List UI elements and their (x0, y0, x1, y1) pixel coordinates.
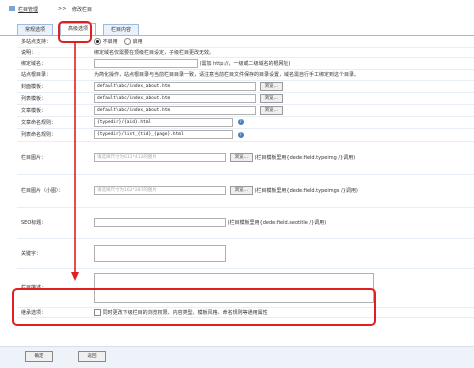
annotation-arrow-icon (71, 42, 79, 281)
